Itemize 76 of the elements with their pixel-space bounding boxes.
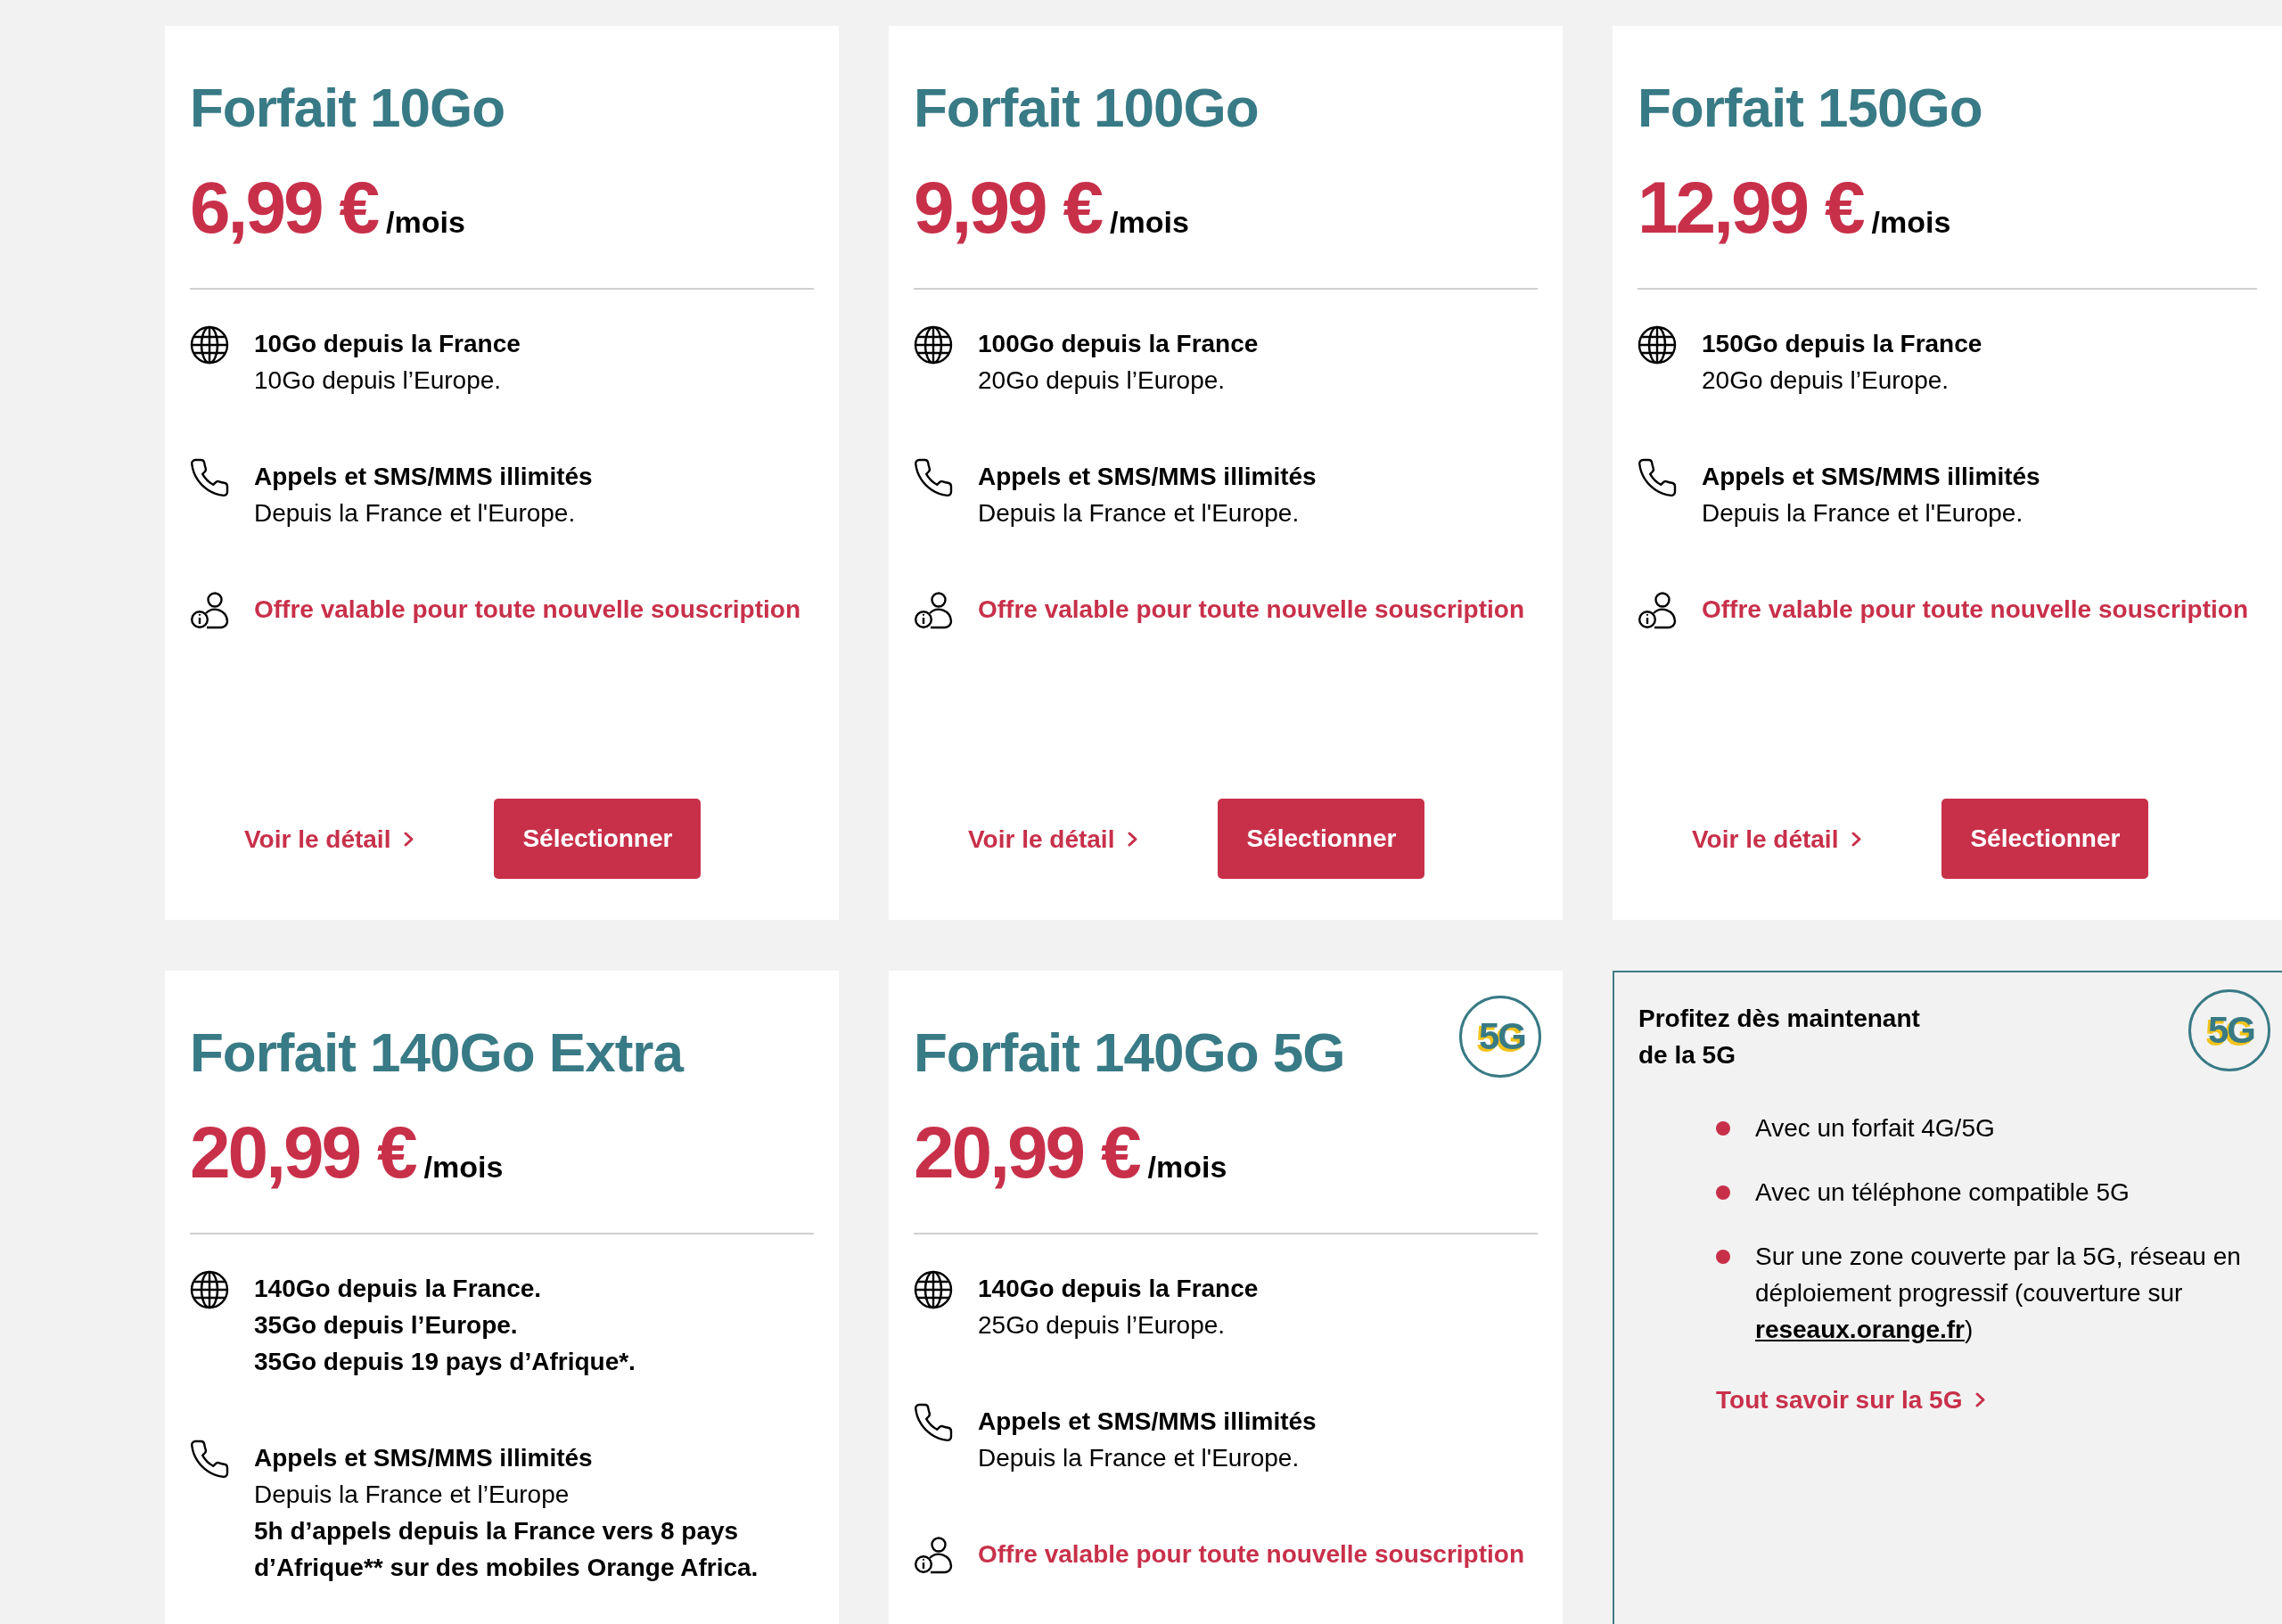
offer-note: Offre valable pour toute nouvelle souscription — [978, 1539, 1524, 1570]
person-info-icon — [1638, 591, 1677, 630]
feature-text: 100Go depuis la France — [978, 329, 1259, 359]
coverage-link[interactable]: reseaux.orange.fr — [1755, 1316, 1965, 1343]
panel-title: Profitez dès maintenant de la 5G — [1638, 1004, 1921, 1070]
feature-text: Depuis la France et l'Europe. — [1702, 498, 2023, 529]
select-button[interactable]: Sélectionner — [494, 799, 702, 879]
price-period: /mois — [1147, 1152, 1227, 1182]
offer-note: Offre valable pour toute nouvelle souscription — [978, 595, 1524, 625]
more-link[interactable]: Tout savoir sur la 5G — [1716, 1382, 1987, 1418]
globe-icon — [1638, 325, 1677, 365]
globe-icon — [914, 325, 953, 365]
price-period: /mois — [386, 207, 465, 237]
phone-icon — [190, 458, 229, 497]
person-info-icon — [914, 591, 953, 630]
feature-text: 35Go depuis l’Europe. — [254, 1310, 518, 1341]
chevron-icon — [1974, 1391, 1987, 1408]
plan-price: 12,99 € — [1638, 171, 1863, 244]
person-info-icon — [190, 591, 229, 630]
feature-text: Depuis la France et l’Europe — [254, 1480, 570, 1510]
network-badge: 5G — [2188, 989, 2270, 1071]
offer-note: Offre valable pour toute nouvelle souscription — [1702, 595, 2248, 625]
plan-price: 9,99 € — [914, 171, 1101, 244]
feature-text: 10Go depuis la France — [254, 329, 521, 359]
chevron-icon — [1127, 830, 1139, 848]
plan-title: Forfait 100Go — [914, 76, 1259, 140]
bullet-text: Avec un téléphone compatible 5G — [1755, 1177, 2130, 1208]
plan-title: Forfait 140Go 5G — [914, 1021, 1345, 1085]
feature-text: Appels et SMS/MMS illimités — [254, 462, 593, 492]
feature-text: 20Go depuis l’Europe. — [978, 365, 1226, 396]
feature-text: 150Go depuis la France — [1702, 329, 1982, 359]
globe-icon — [190, 1270, 229, 1309]
feature-text: Depuis la France et l'Europe. — [254, 498, 576, 529]
plan-title: Forfait 10Go — [190, 76, 505, 140]
select-button[interactable]: Sélectionner — [1218, 799, 1425, 879]
feature-text: Depuis la France et l'Europe. — [978, 1443, 1300, 1473]
phone-icon — [914, 1403, 953, 1442]
feature-text: 25Go depuis l’Europe. — [978, 1310, 1226, 1341]
chevron-icon — [1851, 830, 1863, 848]
select-button[interactable]: Sélectionner — [1941, 799, 2149, 879]
globe-icon — [190, 325, 229, 365]
chevron-icon — [403, 830, 415, 848]
feature-text: Appels et SMS/MMS illimités — [254, 1443, 593, 1473]
plan-title: Forfait 150Go — [1638, 76, 1982, 140]
phone-icon — [190, 1439, 229, 1479]
bullet-icon — [1716, 1250, 1730, 1264]
globe-icon — [914, 1270, 953, 1309]
phone-icon — [914, 458, 953, 497]
price-period: /mois — [423, 1152, 504, 1182]
plan-price: 6,99 € — [190, 171, 377, 244]
feature-text: 140Go depuis la France. — [254, 1274, 542, 1304]
plan-title: Forfait 140Go Extra — [190, 1021, 683, 1085]
price-period: /mois — [1110, 207, 1189, 237]
offer-note: Offre valable pour toute nouvelle souscription — [254, 595, 800, 625]
phone-icon — [1638, 458, 1677, 497]
feature-text: Appels et SMS/MMS illimités — [978, 462, 1317, 492]
detail-link[interactable]: Voir le détail — [1692, 820, 1863, 857]
feature-text: 140Go depuis la France — [978, 1274, 1259, 1304]
price-period: /mois — [1871, 207, 1951, 237]
detail-link[interactable]: Voir le détail — [968, 820, 1139, 857]
feature-text: Appels et SMS/MMS illimités — [978, 1407, 1317, 1437]
detail-link[interactable]: Voir le détail — [244, 820, 415, 857]
bullet-icon — [1716, 1121, 1730, 1136]
feature-text: 35Go depuis 19 pays d’Afrique*. — [254, 1347, 636, 1377]
feature-text: Appels et SMS/MMS illimités — [1702, 462, 2040, 492]
feature-text: Depuis la France et l'Europe. — [978, 498, 1300, 529]
network-badge: 5G — [1459, 996, 1541, 1078]
plan-price: 20,99 € — [190, 1116, 415, 1189]
bullet-icon — [1716, 1185, 1730, 1200]
plan-price: 20,99 € — [914, 1116, 1139, 1189]
feature-text: 10Go depuis l’Europe. — [254, 365, 502, 396]
bullet-text: Avec un forfait 4G/5G — [1755, 1113, 1995, 1144]
bullet-text: Sur une zone couverte par la 5G, réseau en déploiement progressif (couverture sur reseaux.orange.fr) — [1755, 1242, 2242, 1345]
person-info-icon — [914, 1536, 953, 1575]
feature-text: 5h d’appels depuis la France vers 8 pays d’Afrique** sur des mobiles Orange Africa. — [254, 1516, 759, 1583]
feature-text: 20Go depuis l’Europe. — [1702, 365, 1950, 396]
